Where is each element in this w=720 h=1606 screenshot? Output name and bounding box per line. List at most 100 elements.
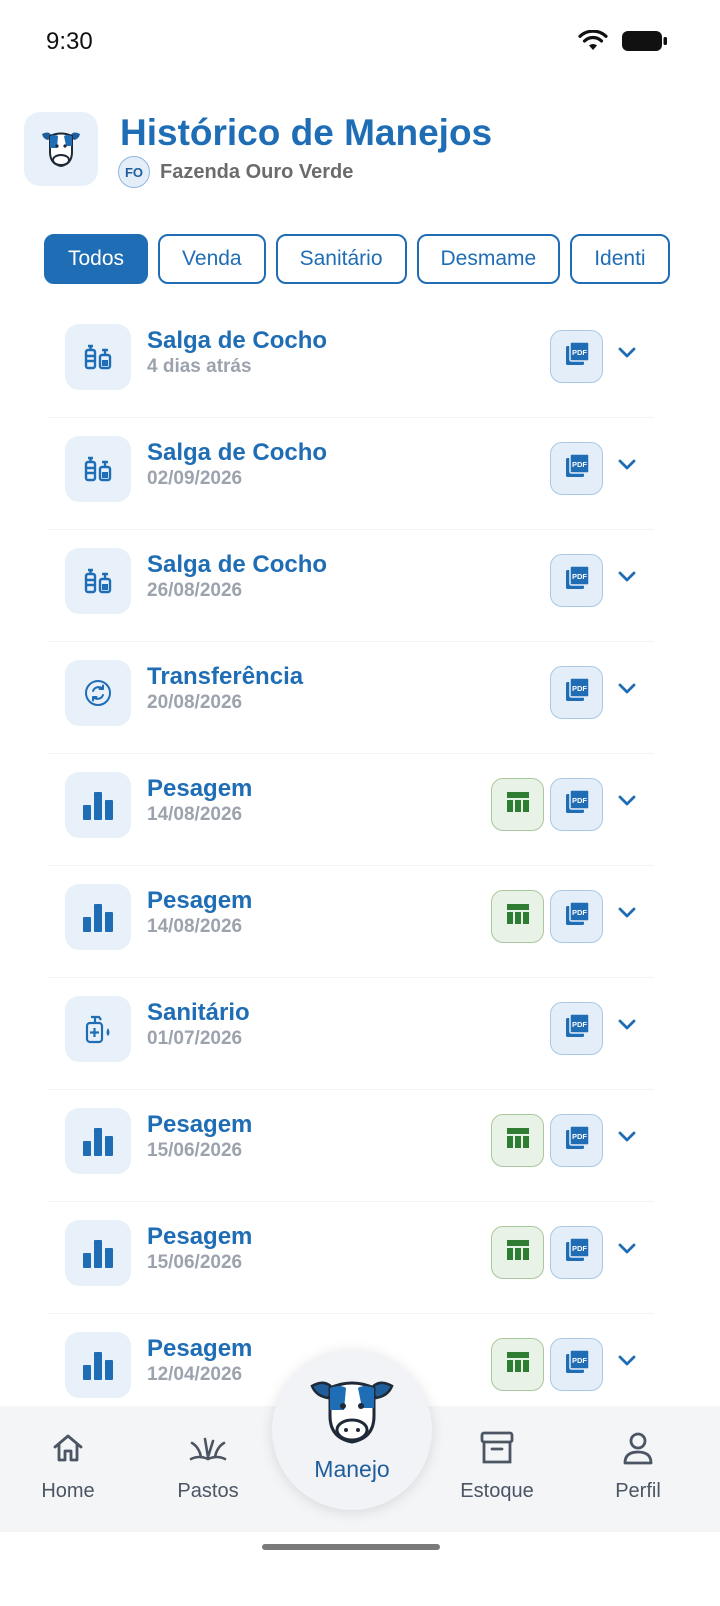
- spreadsheet-icon: [505, 790, 531, 819]
- status-time: 9:30: [46, 28, 93, 55]
- record-title: Sanitário: [147, 999, 250, 1026]
- nav-manejo[interactable]: Manejo: [272, 1350, 432, 1510]
- filter-chip-desmame[interactable]: Desmame: [416, 234, 561, 284]
- record-title: Transferência: [147, 663, 304, 690]
- record-card[interactable]: Transferência 20/08/2026 PDF: [48, 642, 654, 754]
- spreadsheet-export-button[interactable]: [491, 890, 544, 943]
- pdf-export-button[interactable]: PDF: [550, 890, 603, 943]
- spreadsheet-export-button[interactable]: [491, 1338, 544, 1391]
- filter-chip-identificacao[interactable]: Identi: [570, 234, 670, 284]
- spreadsheet-export-button[interactable]: [491, 1114, 544, 1167]
- pdf-export-button[interactable]: PDF: [550, 1226, 603, 1279]
- wifi-icon: [578, 29, 608, 57]
- chevron-down-icon[interactable]: [616, 1126, 638, 1148]
- record-card[interactable]: Pesagem 14/08/2026 PDF: [48, 866, 654, 978]
- person-icon: [583, 1426, 693, 1470]
- chevron-down-icon[interactable]: [616, 1350, 638, 1372]
- nav-pastos[interactable]: Pastos: [153, 1426, 263, 1503]
- pdf-export-button[interactable]: PDF: [550, 666, 603, 719]
- nav-perfil[interactable]: Perfil: [583, 1426, 693, 1503]
- pdf-export-button[interactable]: PDF: [550, 778, 603, 831]
- chevron-down-icon[interactable]: [616, 342, 638, 364]
- record-card[interactable]: Pesagem 15/06/2026 PDF: [48, 1090, 654, 1202]
- record-card[interactable]: Salga de Cocho 02/09/2026 PDF: [48, 418, 654, 530]
- pdf-export-button[interactable]: PDF: [550, 442, 603, 495]
- svg-text:PDF: PDF: [572, 572, 587, 581]
- svg-text:PDF: PDF: [572, 460, 587, 469]
- vials-icon: [65, 324, 131, 390]
- filter-chips: Todos Venda Sanitário Desmame Identi: [44, 234, 674, 286]
- nav-home[interactable]: Home: [13, 1426, 123, 1503]
- nav-estoque-label: Estoque: [460, 1480, 534, 1502]
- page-header: Histórico de Manejos FO Fazenda Ouro Ver…: [24, 112, 696, 192]
- filter-chip-sanitario[interactable]: Sanitário: [275, 234, 407, 284]
- filter-chip-todos[interactable]: Todos: [44, 234, 149, 284]
- pdf-icon: PDF: [564, 1125, 590, 1156]
- chevron-down-icon[interactable]: [616, 1014, 638, 1036]
- record-title: Pesagem: [147, 1335, 253, 1362]
- record-title: Salga de Cocho: [147, 327, 328, 354]
- record-date: 15/06/2026: [147, 1252, 243, 1273]
- pdf-icon: PDF: [564, 565, 590, 596]
- chevron-down-icon[interactable]: [616, 566, 638, 588]
- chevron-down-icon[interactable]: [616, 454, 638, 476]
- record-date: 4 dias atrás: [147, 356, 252, 377]
- farm-avatar: FO: [118, 156, 150, 188]
- pdf-icon: PDF: [564, 453, 590, 484]
- pdf-icon: PDF: [564, 677, 590, 708]
- status-bar: 9:30: [0, 0, 720, 86]
- record-date: 12/04/2026: [147, 1364, 243, 1385]
- filter-chip-venda[interactable]: Venda: [158, 234, 266, 284]
- pdf-export-button[interactable]: PDF: [550, 554, 603, 607]
- pdf-export-button[interactable]: PDF: [550, 330, 603, 383]
- chevron-down-icon[interactable]: [616, 1238, 638, 1260]
- pdf-export-button[interactable]: PDF: [550, 1114, 603, 1167]
- record-title: Salga de Cocho: [147, 439, 328, 466]
- vials-icon: [65, 436, 131, 502]
- record-card[interactable]: Salga de Cocho 4 dias atrás PDF: [48, 306, 654, 418]
- bar-chart-icon: [65, 884, 131, 950]
- record-card[interactable]: Pesagem 15/06/2026 PDF: [48, 1202, 654, 1314]
- record-title: Pesagem: [147, 887, 253, 914]
- chevron-down-icon[interactable]: [616, 902, 638, 924]
- pdf-icon: PDF: [564, 1013, 590, 1044]
- pdf-icon: PDF: [564, 1349, 590, 1380]
- record-date: 14/08/2026: [147, 916, 243, 937]
- spreadsheet-export-button[interactable]: [491, 778, 544, 831]
- record-date: 15/06/2026: [147, 1140, 243, 1161]
- record-title: Salga de Cocho: [147, 551, 328, 578]
- nav-estoque[interactable]: Estoque: [442, 1426, 552, 1503]
- record-date: 02/09/2026: [147, 468, 243, 489]
- bar-chart-icon: [65, 1220, 131, 1286]
- spreadsheet-export-button[interactable]: [491, 1226, 544, 1279]
- nav-manejo-label: Manejo: [314, 1456, 390, 1482]
- svg-text:PDF: PDF: [572, 1356, 587, 1365]
- chevron-down-icon[interactable]: [616, 678, 638, 700]
- bar-chart-icon: [65, 1108, 131, 1174]
- svg-text:PDF: PDF: [572, 684, 587, 693]
- record-date: 01/07/2026: [147, 1028, 243, 1049]
- chevron-down-icon[interactable]: [616, 790, 638, 812]
- record-card[interactable]: Sanitário 01/07/2026 PDF: [48, 978, 654, 1090]
- battery-icon: [622, 30, 668, 57]
- spreadsheet-icon: [505, 1238, 531, 1267]
- farm-name: Fazenda Ouro Verde: [160, 160, 354, 183]
- record-card[interactable]: Salga de Cocho 26/08/2026 PDF: [48, 530, 654, 642]
- pdf-icon: PDF: [564, 341, 590, 372]
- spreadsheet-icon: [505, 1126, 531, 1155]
- records-list: Salga de Cocho 4 dias atrás PDF Salga de Co…: [48, 306, 654, 1444]
- farm-selector[interactable]: FO Fazenda Ouro Verde: [118, 156, 353, 188]
- cow-logo-icon: [24, 112, 98, 186]
- svg-text:PDF: PDF: [572, 1132, 587, 1141]
- record-card[interactable]: Pesagem 14/08/2026 PDF: [48, 754, 654, 866]
- pdf-icon: PDF: [564, 789, 590, 820]
- home-icon: [13, 1426, 123, 1470]
- nav-perfil-label: Perfil: [615, 1480, 661, 1502]
- svg-text:PDF: PDF: [572, 796, 587, 805]
- spreadsheet-icon: [505, 1350, 531, 1379]
- pdf-export-button[interactable]: PDF: [550, 1338, 603, 1391]
- record-date: 14/08/2026: [147, 804, 243, 825]
- grass-icon: [153, 1426, 263, 1470]
- record-title: Pesagem: [147, 1223, 253, 1250]
- pdf-export-button[interactable]: PDF: [550, 1002, 603, 1055]
